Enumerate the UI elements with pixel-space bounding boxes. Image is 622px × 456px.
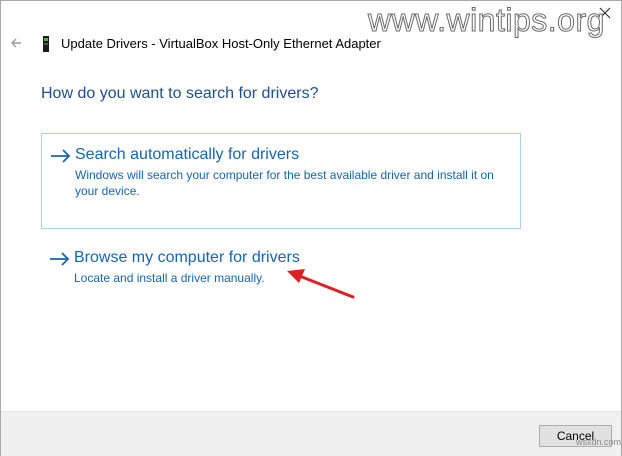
window-title: Update Drivers - VirtualBox Host-Only Et… bbox=[61, 36, 381, 51]
update-drivers-window: Update Drivers - VirtualBox Host-Only Et… bbox=[0, 0, 622, 456]
watermark: www.wintips.org bbox=[368, 2, 605, 39]
dialog-footer: Cancel bbox=[1, 411, 621, 456]
watermark-small: wsxdn.com bbox=[576, 437, 622, 447]
arrow-right-icon bbox=[50, 148, 72, 164]
search-automatically-option[interactable]: Search automatically for drivers Windows… bbox=[41, 133, 521, 229]
page-heading: How do you want to search for drivers? bbox=[41, 85, 319, 102]
back-arrow-icon[interactable] bbox=[7, 33, 27, 53]
option-title: Search automatically for drivers bbox=[75, 146, 300, 163]
arrow-right-icon bbox=[49, 251, 71, 267]
annotation-arrow-icon bbox=[281, 259, 371, 309]
network-adapter-icon bbox=[41, 36, 51, 52]
browse-computer-option[interactable]: Browse my computer for drivers Locate an… bbox=[41, 241, 519, 301]
option-description: Windows will search your computer for th… bbox=[75, 168, 494, 198]
option-title: Browse my computer for drivers bbox=[74, 249, 300, 266]
